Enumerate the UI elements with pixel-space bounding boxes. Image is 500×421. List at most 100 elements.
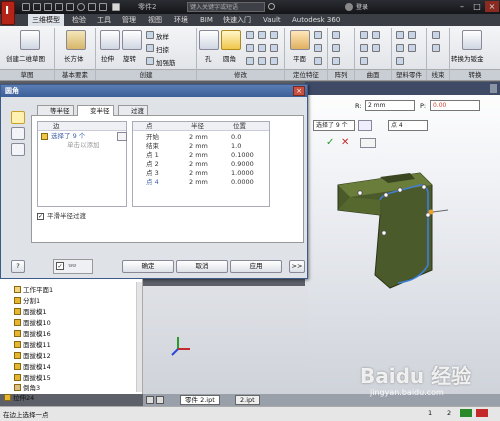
tree-item[interactable]: 分割1 (14, 296, 40, 306)
rectangular-pattern-icon[interactable] (332, 31, 340, 39)
rule-fillet-icon[interactable] (408, 44, 416, 52)
point-cell[interactable]: 点 4 (146, 178, 159, 187)
rib-icon[interactable] (146, 57, 154, 65)
tab-inspect[interactable]: 检验 (68, 14, 90, 26)
move-face-icon[interactable] (270, 31, 278, 39)
delete-face-icon[interactable] (270, 57, 278, 65)
box-icon[interactable] (66, 30, 86, 50)
help-button[interactable]: ? (11, 260, 25, 273)
tab-3d-model[interactable]: 三维模型 (28, 14, 64, 26)
edge-select-icon[interactable] (41, 133, 48, 140)
tree-item[interactable]: 面拔模1 (14, 307, 47, 317)
rib-button[interactable]: 加强筋 (156, 57, 176, 67)
save-icon[interactable] (44, 3, 52, 11)
search-icon[interactable] (268, 3, 275, 10)
radius-cell[interactable]: 2 mm (189, 160, 208, 169)
home-icon[interactable] (77, 3, 85, 11)
sculpt-icon[interactable] (360, 44, 368, 52)
sweep-button[interactable]: 扫掠 (156, 44, 169, 54)
extend-icon[interactable] (372, 44, 380, 52)
convert-sheetmetal-button[interactable]: 转换为钣金 (451, 53, 484, 63)
edge-add-hint[interactable]: 单击以添加 (67, 141, 100, 150)
tree-item[interactable]: 面拔模16 (14, 329, 51, 339)
edge-select-dropdown[interactable]: 选择了 9 个 (313, 120, 355, 131)
ucs-icon[interactable] (314, 57, 322, 65)
tree-item[interactable]: 面拔模11 (14, 340, 51, 350)
tab-variable[interactable]: 变半径 (77, 105, 114, 116)
plane-button[interactable]: 平面 (293, 53, 306, 63)
tab-get-started[interactable]: 快速入门 (219, 14, 255, 26)
combine-icon[interactable] (258, 57, 266, 65)
edge-selected-count[interactable]: 选择了 9 个 (51, 132, 85, 141)
tab-bim[interactable]: BIM (196, 14, 217, 26)
chamfer-icon[interactable] (246, 31, 254, 39)
tree-item[interactable]: 面拔模12 (14, 351, 51, 361)
circular-pattern-icon[interactable] (332, 44, 340, 52)
sweep-icon[interactable] (146, 44, 154, 52)
snap-fit-icon[interactable] (408, 31, 416, 39)
doc-tab[interactable]: 2.ipt (235, 395, 260, 405)
shell-icon[interactable] (246, 44, 254, 52)
undo-icon[interactable] (55, 3, 63, 11)
revolve-button[interactable]: 旋转 (123, 53, 136, 63)
ok-check-icon[interactable]: ✓ (326, 138, 336, 148)
radius-cell[interactable]: 2 mm (189, 142, 208, 151)
position-cell[interactable]: 1.0000 (231, 169, 254, 178)
tree-item[interactable]: 面拔模15 (14, 373, 51, 383)
update-icon[interactable] (88, 3, 96, 11)
create-sketch-icon[interactable] (20, 30, 40, 50)
extrude-icon[interactable] (100, 30, 120, 50)
viewport-scroll-icon[interactable] (490, 84, 497, 93)
edge-fillet-icon[interactable] (11, 111, 25, 124)
dialog-close-button[interactable]: × (293, 86, 305, 96)
position-cell[interactable]: 0.0 (231, 133, 241, 142)
p-input[interactable]: 0.00 (430, 100, 480, 111)
radius-cell[interactable]: 2 mm (189, 151, 208, 160)
fillet-button[interactable]: 圆角 (223, 53, 236, 63)
position-cell[interactable]: 0.1000 (231, 151, 254, 160)
ok-button[interactable]: 确定 (122, 260, 174, 273)
point-select-dropdown[interactable]: 点 4 (388, 120, 428, 131)
point-cell[interactable]: 开始 (146, 133, 159, 142)
cancel-x-icon[interactable]: ✕ (341, 138, 351, 148)
split-icon[interactable] (258, 44, 266, 52)
tree-item[interactable]: 面拔模14 (14, 362, 51, 372)
hole-icon[interactable] (199, 30, 219, 50)
app-logo-icon[interactable]: I (1, 1, 15, 25)
revolve-icon[interactable] (122, 30, 142, 50)
point-cell[interactable]: 点 1 (146, 151, 159, 160)
loft-icon[interactable] (146, 31, 154, 39)
smooth-checkbox[interactable]: ✓ (37, 213, 44, 220)
rest-icon[interactable] (396, 57, 404, 65)
tab-autodesk-360[interactable]: Autodesk 360 (288, 14, 344, 26)
browser-scrollbar[interactable] (136, 282, 142, 392)
new-icon[interactable] (22, 3, 30, 11)
radius-cell[interactable]: 2 mm (189, 178, 208, 187)
create-sketch-button[interactable]: 创建二维草图 (6, 53, 45, 63)
trim-icon[interactable] (372, 31, 380, 39)
select-icon[interactable] (99, 3, 107, 11)
full-round-fillet-icon[interactable] (11, 143, 25, 156)
tab-tools[interactable]: 工具 (93, 14, 115, 26)
open-icon[interactable] (33, 3, 41, 11)
draft-icon[interactable] (246, 57, 254, 65)
tile-icon[interactable] (146, 396, 154, 404)
tab-environments[interactable]: 环境 (170, 14, 192, 26)
close-button[interactable]: × (485, 1, 499, 12)
position-cell[interactable]: 1.0 (231, 142, 241, 151)
tree-item[interactable]: 面拔模10 (14, 318, 51, 328)
emboss-icon[interactable] (432, 44, 440, 52)
convert-sheetmetal-icon[interactable] (462, 30, 482, 50)
plane-icon[interactable] (290, 30, 310, 50)
tab-manage[interactable]: 管理 (118, 14, 140, 26)
radius-input[interactable]: 2 mm (365, 100, 415, 111)
position-cell[interactable]: 0.9000 (231, 160, 254, 169)
material-icon[interactable] (112, 3, 120, 11)
loft-button[interactable]: 放样 (156, 31, 169, 41)
harness-icon[interactable] (432, 31, 440, 39)
maximize-button[interactable]: □ (470, 1, 484, 12)
hole-button[interactable]: 孔 (205, 53, 212, 63)
position-cell[interactable]: 0.0000 (231, 178, 254, 187)
axis-icon[interactable] (314, 31, 322, 39)
part-model[interactable] (320, 155, 450, 295)
